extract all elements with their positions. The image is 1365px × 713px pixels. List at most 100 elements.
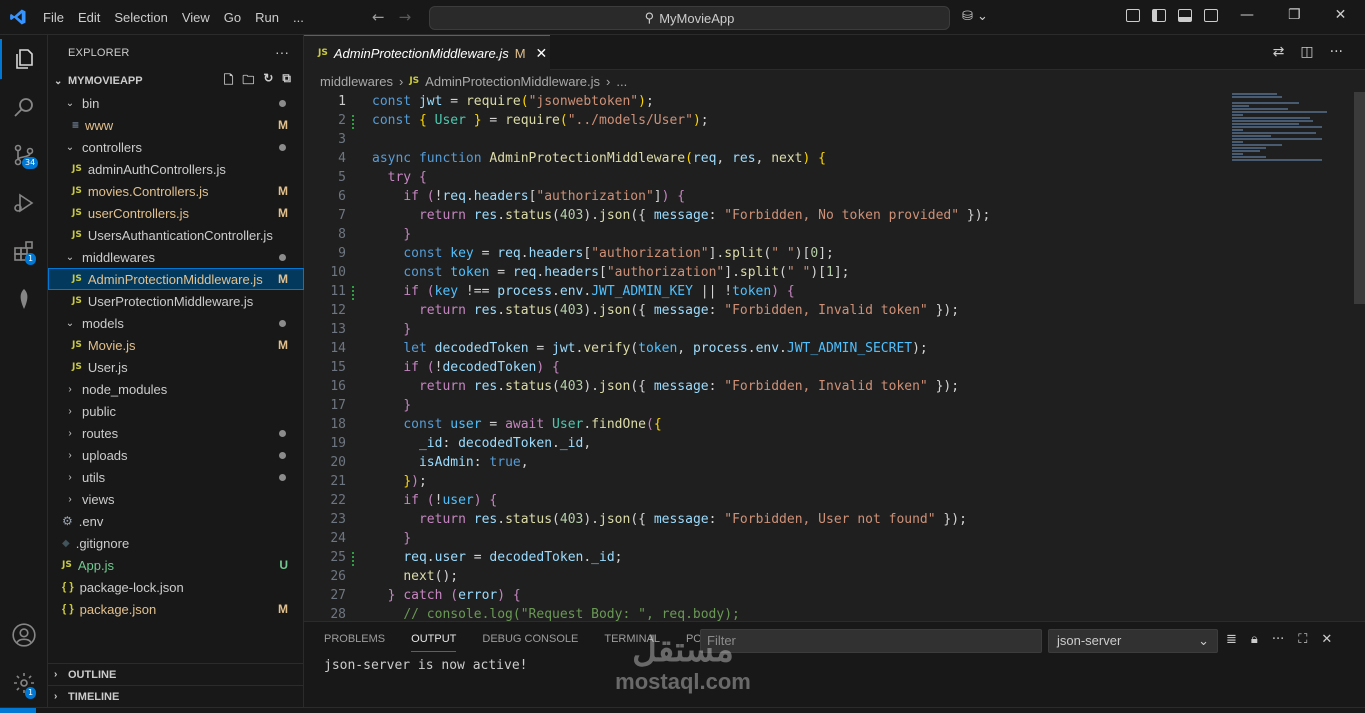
tree-item[interactable]: › routes (48, 422, 304, 444)
menu-edit[interactable]: Edit (71, 10, 107, 25)
extensions-icon[interactable]: 1 (0, 231, 48, 271)
split-editor-icon[interactable]: ◫ (1300, 44, 1313, 60)
timeline-section[interactable]: › TIMELINE (48, 685, 304, 707)
menu-selection[interactable]: Selection (107, 10, 174, 25)
watermark-arabic: مستقل (632, 631, 734, 669)
tree-item[interactable]: JS Movie.js M (48, 334, 304, 356)
tree-item[interactable]: { } package.json M (48, 598, 304, 620)
modified-dot-icon (279, 143, 286, 151)
code-line: next(); (403, 569, 459, 584)
close-tab-icon[interactable]: ✕ (536, 45, 548, 62)
tab-output[interactable]: OUTPUT (411, 633, 457, 652)
breadcrumb-folder[interactable]: middlewares (320, 74, 393, 89)
git-change-marker[interactable] (352, 552, 355, 566)
tab-debug-console[interactable]: DEBUG CONSOLE (482, 633, 578, 652)
line-number: 5 (338, 170, 346, 185)
explorer-toolbar: 🗋 🗀 ↻ ⧉ (224, 71, 291, 92)
copilot-icon[interactable]: ⛁ ⌄ (962, 9, 988, 24)
menu-go[interactable]: Go (217, 10, 248, 25)
back-arrow-icon[interactable]: ← (372, 8, 385, 26)
outline-section[interactable]: › OUTLINE (48, 663, 304, 685)
run-debug-icon[interactable] (0, 183, 48, 223)
source-control-icon[interactable]: 34 (0, 135, 48, 175)
git-change-marker[interactable] (352, 115, 355, 129)
code-line: try { (387, 170, 427, 185)
forward-arrow-icon[interactable]: → (399, 8, 412, 26)
code-line: // console.log("Request Body: ", req.bod… (403, 607, 740, 621)
git-file-icon: ◆ (62, 537, 70, 549)
tree-item[interactable]: ≡ www M (48, 114, 304, 136)
toggle-sidebar-icon[interactable] (1152, 9, 1166, 22)
tree-item[interactable]: ◆ .gitignore (48, 532, 304, 554)
tree-item[interactable]: JS UserProtectionMiddleware.js (48, 290, 304, 312)
modified-dot-icon (279, 451, 286, 459)
panel-actions: ≣ 🔒︎ ··· ⛶ ✕ (1226, 632, 1332, 647)
toggle-panel-icon[interactable] (1178, 9, 1192, 22)
menu-view[interactable]: View (175, 10, 217, 25)
account-icon[interactable] (0, 615, 48, 655)
explorer-activity-icon[interactable] (0, 39, 48, 79)
tree-item[interactable]: › views (48, 488, 304, 510)
tree-item[interactable]: ⚙ .env (48, 510, 304, 532)
search-activity-icon[interactable] (0, 87, 48, 127)
tree-item[interactable]: › node_modules (48, 378, 304, 400)
compare-changes-icon[interactable]: ⇄ (1273, 44, 1285, 60)
code-line: } (403, 531, 412, 546)
tree-item[interactable]: ⌄ models (48, 312, 304, 334)
mongodb-leaf-icon[interactable] (0, 279, 48, 319)
remote-indicator[interactable] (0, 708, 36, 713)
tree-item[interactable]: JS UsersAuthanticationController.js (48, 224, 304, 246)
git-status-badge: M (278, 602, 288, 616)
tree-item[interactable]: JS User.js (48, 356, 304, 378)
tree-item[interactable]: JS adminAuthControllers.js (48, 158, 304, 180)
project-header[interactable]: ⌄ MYMOVIEAPP 🗋 🗀 ↻ ⧉ (48, 70, 303, 92)
code-editor[interactable]: 1 const jwt = require("jsonwebtoken"); 2 co… (304, 92, 1365, 621)
minimize-icon[interactable]: — (1240, 7, 1254, 23)
tree-item[interactable]: JS AdminProtectionMiddleware.js M (48, 268, 304, 290)
menu-more[interactable]: ... (286, 10, 311, 25)
tree-item[interactable]: { } package-lock.json (48, 576, 304, 598)
editor-scrollbar[interactable] (1354, 92, 1365, 304)
breadcrumb-file[interactable]: AdminProtectionMiddleware.js (425, 74, 600, 89)
collapse-all-icon[interactable]: ⧉ (282, 71, 291, 92)
tree-item[interactable]: ⌄ middlewares (48, 246, 304, 268)
close-panel-icon[interactable]: ✕ (1321, 632, 1332, 647)
more-actions-icon[interactable]: ··· (1272, 632, 1284, 647)
more-actions-icon[interactable]: ··· (1330, 44, 1343, 60)
tree-item[interactable]: › uploads (48, 444, 304, 466)
tree-item[interactable]: ⌄ bin (48, 92, 304, 114)
new-folder-icon[interactable]: 🗀 (242, 71, 254, 92)
maximize-panel-icon[interactable]: ⛶ (1298, 632, 1307, 647)
code-line: _id: decodedToken._id, (418, 436, 592, 451)
more-actions-icon[interactable]: ··· (275, 44, 289, 60)
new-file-icon[interactable]: 🗋 (224, 71, 234, 92)
customize-layout-icon[interactable] (1126, 9, 1140, 22)
refresh-icon[interactable]: ↻ (263, 71, 273, 92)
tree-item-label: views (82, 491, 115, 507)
settings-gear-icon[interactable]: 1 (0, 663, 48, 703)
explorer-sidebar: EXPLORER ··· ⌄ MYMOVIEAPP 🗋 🗀 ↻ ⧉ ⌄ bin ≡ w… (48, 35, 304, 707)
tab-admin-protection-middleware[interactable]: JS AdminProtectionMiddleware.js M ✕ (304, 35, 550, 70)
tree-item[interactable]: › public (48, 400, 304, 422)
command-center-search[interactable]: ⚲ MyMovieApp (429, 6, 950, 30)
tree-item-label: bin (82, 95, 100, 111)
output-channel-select[interactable]: json-server ⌄ (1048, 629, 1218, 653)
git-change-marker[interactable] (352, 286, 355, 300)
tree-item[interactable]: › utils (48, 466, 304, 488)
tab-status: M (514, 45, 526, 61)
tree-item[interactable]: JS movies.Controllers.js M (48, 180, 304, 202)
minimap[interactable] (1232, 92, 1344, 182)
restore-icon[interactable]: ❐ (1288, 7, 1301, 23)
breadcrumb-more[interactable]: ... (616, 74, 627, 89)
lock-icon[interactable]: 🔒︎ (1251, 632, 1258, 647)
close-window-icon[interactable]: ✕ (1335, 7, 1347, 23)
tree-item[interactable]: JS App.js U (48, 554, 304, 576)
clear-output-icon[interactable]: ≣ (1226, 632, 1237, 647)
menu-file[interactable]: File (36, 10, 71, 25)
tree-item[interactable]: JS userControllers.js M (48, 202, 304, 224)
tab-problems[interactable]: PROBLEMS (324, 633, 385, 652)
project-name: MYMOVIEAPP (68, 75, 143, 87)
toggle-secondary-sidebar-icon[interactable] (1204, 9, 1218, 22)
tree-item[interactable]: ⌄ controllers (48, 136, 304, 158)
menu-run[interactable]: Run (248, 10, 286, 25)
